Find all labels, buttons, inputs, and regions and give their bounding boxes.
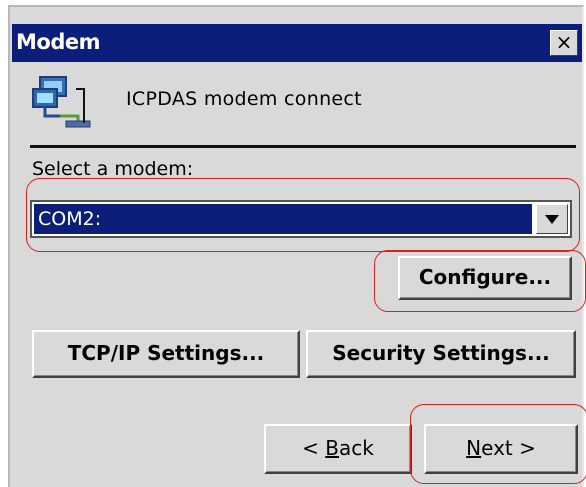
title-bar: Modem × bbox=[12, 24, 582, 62]
back-button[interactable]: < Back bbox=[264, 424, 412, 474]
back-accelerator: B bbox=[325, 436, 339, 460]
next-label-rest: ext > bbox=[481, 436, 536, 460]
selected-modem-value: COM2: bbox=[33, 203, 533, 235]
close-button[interactable]: × bbox=[550, 30, 578, 56]
select-modem-label: Select a modem: bbox=[32, 158, 194, 180]
dialog-title: Modem bbox=[16, 30, 100, 54]
chevron-down-icon[interactable] bbox=[536, 204, 568, 234]
app-name: ICPDAS modem connect bbox=[126, 88, 362, 110]
modem-select-dropdown[interactable]: COM2: bbox=[30, 200, 572, 238]
security-settings-button[interactable]: Security Settings... bbox=[306, 330, 576, 378]
back-prefix: < bbox=[302, 436, 326, 460]
tcp-ip-settings-button[interactable]: TCP/IP Settings... bbox=[32, 330, 300, 378]
network-connection-icon bbox=[32, 76, 91, 128]
configure-button[interactable]: Configure... bbox=[398, 256, 572, 300]
next-button[interactable]: Next > bbox=[424, 424, 578, 474]
next-accelerator: N bbox=[466, 436, 482, 460]
header-separator bbox=[30, 145, 576, 148]
back-label-rest: ack bbox=[339, 436, 374, 460]
